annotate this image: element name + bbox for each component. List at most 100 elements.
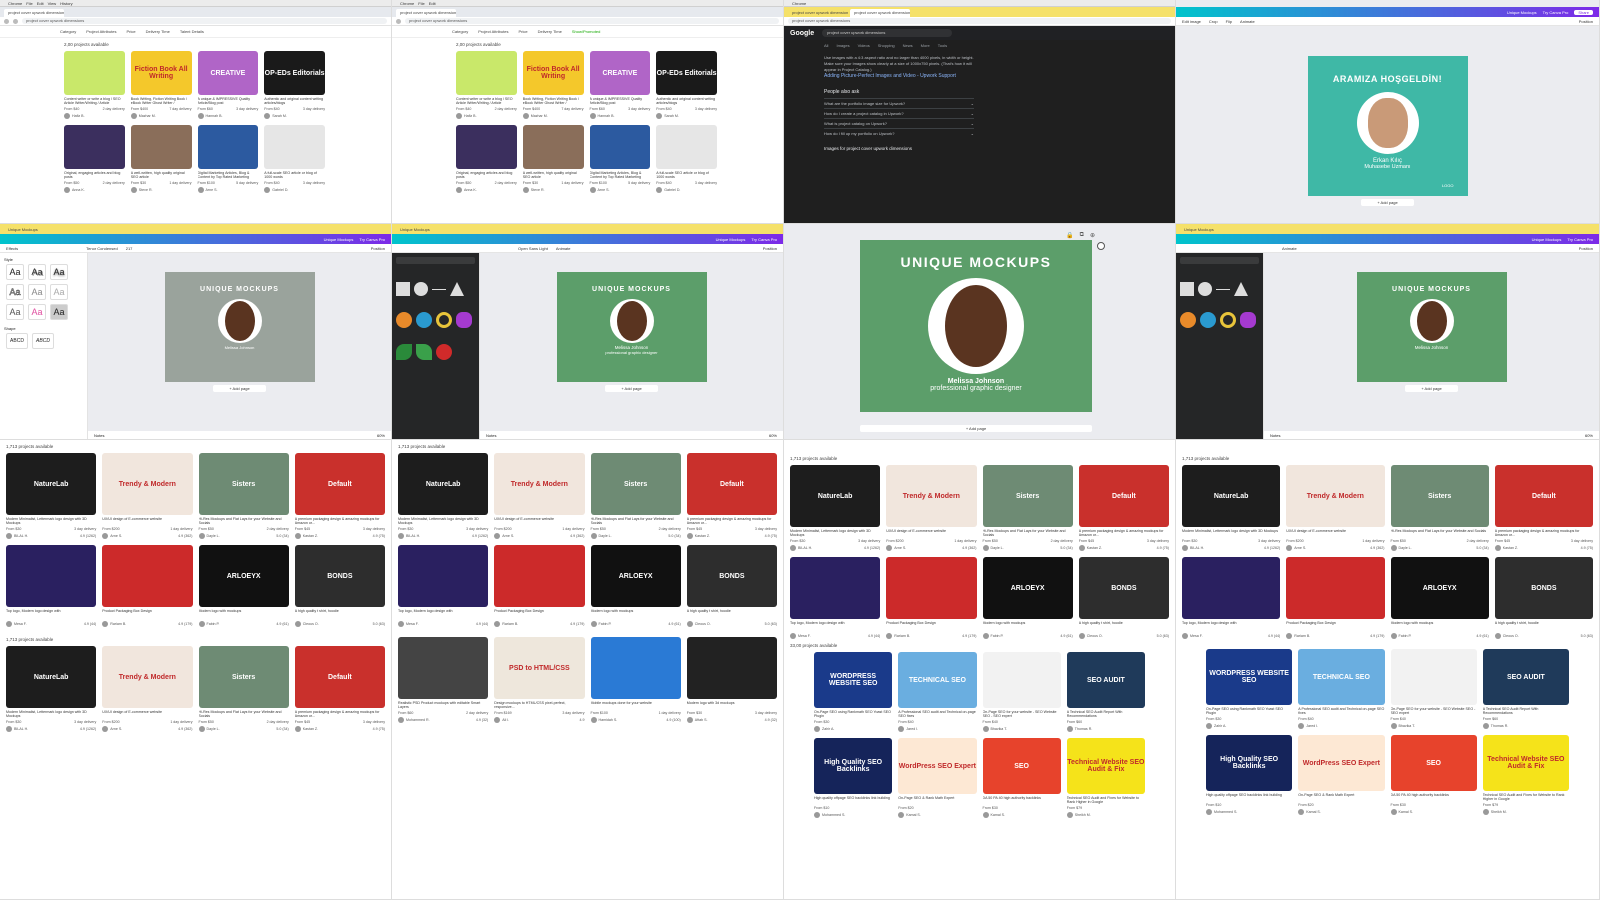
- try-pro-button[interactable]: Try Canva Pro: [751, 237, 777, 242]
- effect-none[interactable]: Aa: [6, 264, 24, 280]
- seller-name[interactable]: Dayle L.: [991, 546, 1004, 550]
- add-page-button[interactable]: + Add page: [860, 425, 1092, 432]
- font-size[interactable]: 217: [126, 246, 133, 251]
- gig-title[interactable]: Modern logo with 3d mockups: [687, 701, 777, 710]
- flip-button[interactable]: Flip: [1226, 19, 1232, 24]
- seller-name[interactable]: Thomas R.: [1075, 727, 1093, 731]
- gig-thumbnail[interactable]: ARLOEYX: [198, 545, 289, 607]
- paa-question[interactable]: How do I fill up my portfolio on Upwork?…: [824, 128, 974, 138]
- gig-card[interactable]: ARLOEYX Modern logo with mockups Fabin P. 4…: [982, 557, 1073, 639]
- gig-card[interactable]: Original, engaging articles and blog pos…: [64, 125, 125, 193]
- gig-title[interactable]: Realistic PSD Product mockups with edita…: [398, 701, 488, 710]
- gig-title[interactable]: A full-scale SEO article or blog of 1000…: [656, 171, 717, 180]
- gig-card[interactable]: Default A premium packaging design & amaz…: [294, 453, 385, 539]
- mockup-design[interactable]: UNIQUE MOCKUPS Melissa Johnson: [164, 272, 315, 382]
- seller-name[interactable]: Arne S.: [1294, 546, 1306, 550]
- profile-photo[interactable]: [1356, 92, 1419, 154]
- gig-card[interactable]: SEO AUDIT A Technical SEO Audit Report Wi…: [1482, 649, 1569, 729]
- gig-thumbnail[interactable]: Sisters: [198, 453, 289, 515]
- seller-name[interactable]: Cleous O.: [303, 622, 319, 626]
- avatar[interactable]: [130, 113, 137, 119]
- gig-title[interactable]: A Professional SEO audit and Technical o…: [1298, 707, 1384, 716]
- tab-videos[interactable]: Videos: [858, 43, 870, 48]
- sticker-heart-icon[interactable]: [436, 344, 452, 360]
- gig-title[interactable]: A Professional SEO audit and Technical o…: [898, 710, 976, 719]
- seller-name[interactable]: Sheikh M.: [1491, 810, 1507, 814]
- gig-card[interactable]: Top logo, Modern logo design with Mesa F.…: [6, 545, 97, 627]
- gig-thumbnail[interactable]: NatureLab: [6, 646, 97, 708]
- seller-name[interactable]: Fabin P.: [1399, 634, 1412, 638]
- gig-title[interactable]: Product Packaging Box Design: [1286, 621, 1384, 630]
- images-heading[interactable]: Images for project cover upwork dimensio…: [824, 146, 1135, 151]
- gig-card[interactable]: TECHNICAL SEO A Professional SEO audit an…: [1298, 649, 1385, 729]
- gig-card[interactable]: PSD to HTML/CSS Design mockups to HTML/CS…: [494, 637, 585, 723]
- avatar[interactable]: [589, 187, 596, 193]
- gig-card[interactable]: NatureLab Modern Minimalist, Lettermark l…: [6, 453, 97, 539]
- gig-card[interactable]: Technical Website SEO Audit & Fix Technic…: [1066, 738, 1145, 818]
- filter-project-attributes[interactable]: Project Attributes: [478, 29, 508, 34]
- gig-card[interactable]: Modern logo with 3d mockups From $30 3 day…: [686, 637, 777, 723]
- gig-title[interactable]: A high quality t shirt, hoodie: [295, 609, 385, 618]
- gig-title[interactable]: High quality offpage SEO backlinks link …: [1206, 793, 1292, 802]
- seller-name[interactable]: Steve R.: [531, 188, 545, 192]
- gig-thumbnail[interactable]: [886, 557, 977, 619]
- gig-card[interactable]: BONDS A high quality t shirt, hoodie Cleou…: [686, 545, 777, 627]
- gig-card[interactable]: Sisters Hi-Res Mockups and Flat Lays for …: [1390, 465, 1489, 551]
- gig-title[interactable]: A well-written, high quality original SE…: [131, 171, 192, 180]
- seller-name[interactable]: Dayle L.: [1399, 546, 1412, 550]
- gig-title[interactable]: A premium packaging design & amazing moc…: [687, 517, 777, 526]
- gig-thumbnail[interactable]: SEO: [1390, 735, 1477, 791]
- avatar[interactable]: [398, 621, 404, 627]
- app-menu[interactable]: Chrome: [8, 1, 22, 6]
- animate-button[interactable]: Animate: [556, 246, 571, 251]
- gig-thumbnail[interactable]: [494, 545, 585, 607]
- gig-card[interactable]: WORDPRESS WEBSITE SEO On-Page SEO using R…: [1206, 649, 1293, 729]
- gig-thumbnail[interactable]: [589, 125, 651, 169]
- filter-price[interactable]: Price: [518, 29, 527, 34]
- avatar[interactable]: [590, 621, 597, 627]
- zoom-level[interactable]: 60%: [769, 433, 777, 438]
- avatar[interactable]: [982, 633, 989, 639]
- filter-category[interactable]: Category: [452, 29, 468, 34]
- sticker-plant-icon[interactable]: [416, 344, 432, 360]
- gig-title[interactable]: DA 50 PA 40 high authority backlinks: [1391, 793, 1477, 802]
- gig-thumbnail[interactable]: ARLOEYX: [982, 557, 1073, 619]
- seller-name[interactable]: Sarah M.: [664, 114, 679, 118]
- effect-hollow[interactable]: Aa: [6, 284, 24, 300]
- seller-name[interactable]: BILAL H.: [406, 534, 420, 538]
- gig-title[interactable]: Product Packaging Box Design: [102, 609, 192, 618]
- gig-title[interactable]: A high quality t shirt, hoodie: [687, 609, 777, 618]
- browser-tab[interactable]: project cover upwork dimensions: [396, 9, 456, 17]
- gig-title[interactable]: Hi-Res Mockups and Flat Lays for your We…: [983, 529, 1073, 538]
- notes-button[interactable]: Notes: [1270, 433, 1280, 438]
- graphic-circle-icon[interactable]: [1200, 312, 1216, 328]
- gig-title[interactable]: A Technical SEO Audit Report With Recomm…: [1483, 707, 1569, 716]
- seller-name[interactable]: Hannah B.: [598, 114, 615, 118]
- profile-photo[interactable]: [217, 299, 262, 343]
- gig-card[interactable]: A full-scale SEO article or blog of 1000…: [656, 125, 717, 193]
- gig-card[interactable]: Digital Marketing Articles, Blog & Conte…: [197, 125, 259, 193]
- gig-card[interactable]: Trendy & Modern UX/UI design of E-commerc…: [102, 453, 193, 539]
- gig-thumbnail[interactable]: High Quality SEO Backlinks: [814, 738, 893, 794]
- font-select[interactable]: Open Sans Light: [518, 246, 548, 251]
- avatar[interactable]: [814, 812, 820, 818]
- avatar[interactable]: [102, 621, 109, 627]
- triangle-icon[interactable]: [1234, 282, 1248, 296]
- browser-tab[interactable]: project cover upwork dimensions: [788, 9, 848, 17]
- gig-thumbnail[interactable]: BONDS: [686, 545, 777, 607]
- filter-price[interactable]: Price: [126, 29, 135, 34]
- forward-icon[interactable]: [13, 18, 18, 24]
- seller-name[interactable]: Sarah M.: [272, 114, 287, 118]
- gig-title[interactable]: Content writer or write a blog / SEO Art…: [64, 97, 125, 106]
- gig-thumbnail[interactable]: ARLOEYX: [590, 545, 681, 607]
- seller-name[interactable]: Kamal S.: [906, 813, 921, 817]
- position-button[interactable]: Position: [1579, 246, 1593, 251]
- avatar[interactable]: [102, 533, 109, 539]
- design-title[interactable]: Unique Mockups: [1507, 10, 1537, 15]
- gig-thumbnail[interactable]: Trendy & Modern: [102, 453, 193, 515]
- effect-splice[interactable]: Aa: [28, 284, 46, 300]
- gig-card[interactable]: Technical Website SEO Audit & Fix Technic…: [1482, 735, 1569, 815]
- graphic-blob-icon[interactable]: [456, 312, 472, 328]
- avatar[interactable]: [1182, 545, 1188, 551]
- tab-images[interactable]: Images: [836, 43, 849, 48]
